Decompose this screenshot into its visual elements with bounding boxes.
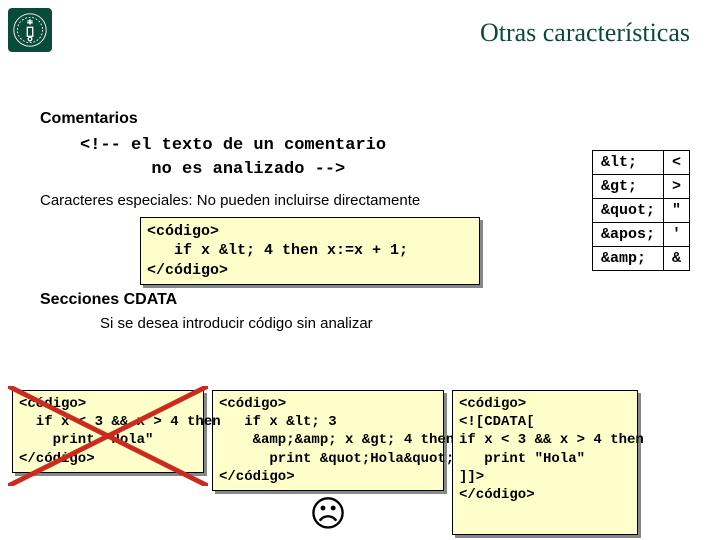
slide-title: Otras características xyxy=(480,18,690,48)
table-row: &apos;' xyxy=(592,223,689,247)
table-row: &gt;> xyxy=(592,175,689,199)
code-escaped-example: <código> if x &lt; 4 then x:=x + 1; </có… xyxy=(140,217,480,286)
table-row: &amp;& xyxy=(592,247,689,271)
heading-cdata: Secciones CDATA xyxy=(40,291,700,309)
code-bad-unescaped: <código> if x < 3 && x > 4 then print "H… xyxy=(12,390,204,473)
code-cdata-correct: <código> <![CDATA[ if x < 3 && x > 4 the… xyxy=(452,390,638,535)
cdata-examples-row: <código> if x < 3 && x > 4 then print "H… xyxy=(12,390,708,535)
cdata-description: Si se desea introducir código sin analiz… xyxy=(100,315,700,332)
code-bad-escaped: <código> if x &lt; 3 &amp;&amp; x &gt; 4… xyxy=(212,390,444,491)
table-row: &quot;" xyxy=(592,199,689,223)
sad-face-icon: ☹ xyxy=(212,493,444,535)
entity-reference-table: &lt;< &gt;> &quot;" &apos;' &amp;& xyxy=(592,150,690,271)
heading-comments: Comentarios xyxy=(40,110,700,128)
table-row: &lt;< xyxy=(592,151,689,175)
institution-logo xyxy=(8,8,52,52)
